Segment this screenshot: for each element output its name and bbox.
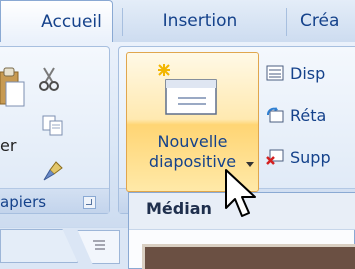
dialog-launcher-icon[interactable] [83, 196, 96, 209]
tab-design[interactable]: Créa [300, 0, 355, 42]
outline-icon [93, 240, 105, 250]
delete-slide-label: Supp [290, 147, 331, 167]
theme-name: Médian [146, 199, 212, 218]
mouse-cursor-icon [225, 169, 256, 217]
cut-icon[interactable] [38, 66, 60, 92]
tab-insert-label: Insertion [162, 11, 238, 31]
tab-divider [122, 8, 123, 36]
tab-home[interactable]: Accueil [0, 0, 113, 42]
layout-button[interactable]: Disp [266, 60, 325, 86]
paste-icon[interactable] [0, 66, 26, 110]
tab-insert[interactable]: Insertion [130, 0, 270, 42]
new-slide-label: Nouvelle [157, 132, 228, 151]
chevron-down-icon[interactable] [246, 162, 254, 167]
reset-label: Réta [290, 105, 327, 125]
delete-slide-button[interactable]: Supp [266, 144, 331, 170]
delete-slide-icon [266, 149, 284, 165]
layout-thumbnail[interactable] [142, 244, 355, 269]
tab-divider [286, 8, 287, 36]
paste-label: er [0, 136, 17, 155]
reset-icon [267, 107, 284, 123]
layout-label: Disp [290, 63, 326, 83]
clipboard-group-label: apiers [0, 193, 47, 211]
tab-design-label: Créa [300, 11, 340, 31]
format-painter-icon[interactable] [42, 160, 64, 182]
layout-icon [266, 65, 284, 81]
tab-home-label: Accueil [41, 11, 102, 32]
new-slide-icon [158, 64, 217, 115]
reset-button[interactable]: Réta [266, 102, 326, 128]
copy-icon[interactable] [42, 115, 64, 137]
